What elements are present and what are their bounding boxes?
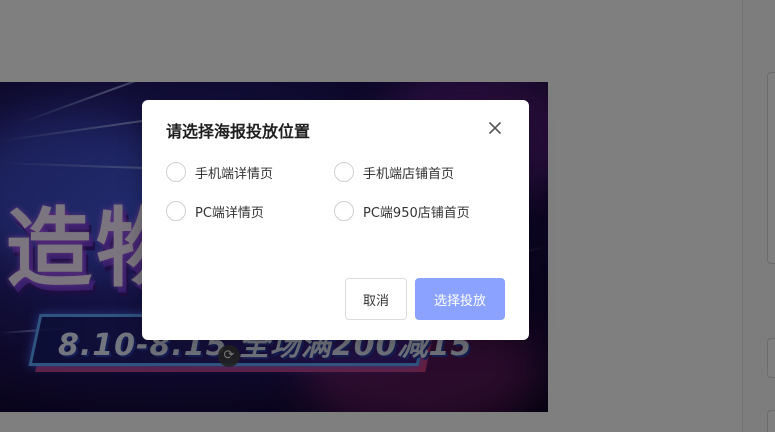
option-label: PC端详情页 (195, 205, 264, 221)
option-label: PC端950店铺首页 (363, 205, 470, 221)
placement-dialog: 请选择海报投放位置 手机端详情页 手机端店铺首页 PC端详情页 PC端950店铺… (142, 100, 529, 340)
option-pc-detail[interactable]: PC端详情页 (166, 200, 264, 222)
option-mobile-detail[interactable]: 手机端详情页 (166, 161, 273, 183)
cancel-button[interactable]: 取消 (345, 278, 407, 320)
close-icon[interactable] (485, 118, 505, 138)
radio-button[interactable] (334, 162, 354, 182)
confirm-placement-button[interactable]: 选择投放 (415, 278, 505, 320)
option-pc-950-shop-home[interactable]: PC端950店铺首页 (334, 200, 470, 222)
dialog-title: 请选择海报投放位置 (166, 122, 311, 141)
option-mobile-shop-home[interactable]: 手机端店铺首页 (334, 161, 454, 183)
option-label: 手机端店铺首页 (363, 166, 455, 182)
radio-button[interactable] (334, 201, 354, 221)
radio-button[interactable] (166, 162, 186, 182)
option-label: 手机端详情页 (195, 166, 274, 182)
radio-button[interactable] (166, 201, 186, 221)
